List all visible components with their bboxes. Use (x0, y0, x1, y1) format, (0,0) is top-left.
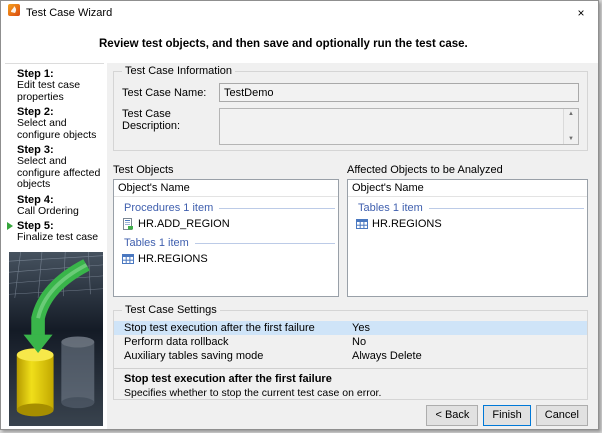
column-header-objects-name[interactable]: Object's Name (114, 180, 338, 197)
titlebar: Test Case Wizard × (1, 1, 598, 24)
description-scrollbar[interactable]: ▲ ▼ (563, 109, 578, 144)
footer: < Back Finish Cancel (107, 400, 598, 429)
sidebar-step-1: Step 1: Edit test case properties (17, 68, 104, 103)
steps-list: Step 1: Edit test case properties Step 2… (5, 63, 104, 247)
test-case-name-input[interactable] (219, 83, 579, 102)
finish-button[interactable]: Finish (483, 405, 530, 426)
affected-objects-title: Affected Objects to be Analyzed (347, 164, 588, 176)
setting-description-text: Specifies whether to stop the current te… (124, 387, 577, 399)
test-case-description-input[interactable] (220, 109, 563, 144)
cancel-button[interactable]: Cancel (536, 405, 588, 426)
sidebar-step-5: Step 5: Finalize test case (17, 220, 104, 244)
settings-row-stop-on-failure[interactable]: Stop test execution after the first fail… (114, 321, 587, 335)
column-header-objects-name[interactable]: Object's Name (348, 180, 587, 197)
test-case-information-group: Test Case Information Test Case Name: Te… (113, 71, 588, 151)
group-divider-line (195, 243, 335, 244)
group-divider-line (219, 208, 335, 209)
app-icon (7, 3, 21, 22)
affected-objects-list: Object's Name Tables 1 item (347, 179, 588, 297)
current-step-arrow-icon (7, 222, 13, 230)
test-case-description-box: ▲ ▼ (219, 108, 579, 145)
list-group-tables[interactable]: Tables 1 item (348, 200, 587, 215)
settings-grid: Stop test execution after the first fail… (114, 321, 587, 363)
page-title: Review test objects, and then save and o… (99, 38, 468, 50)
list-group-tables[interactable]: Tables 1 item (114, 235, 338, 250)
settings-row-aux-tables[interactable]: Auxiliary tables saving mode Always Dele… (114, 349, 587, 363)
procedure-icon (122, 218, 134, 230)
step-label: Step 5: (17, 220, 54, 232)
settings-row-data-rollback[interactable]: Perform data rollback No (114, 335, 587, 349)
sidebar-step-4: Step 4: Call Ordering (17, 194, 104, 218)
test-case-description-label: Test Case Description: (122, 108, 219, 132)
list-item-hr-add-region[interactable]: HR.ADD_REGION (114, 215, 338, 232)
window-title: Test Case Wizard (26, 7, 564, 19)
group-divider-line (429, 208, 584, 209)
close-button[interactable]: × (564, 1, 598, 24)
test-case-wizard-window: Test Case Wizard × Review test objects, … (0, 0, 599, 430)
test-objects-list: Object's Name Procedures 1 item (113, 179, 339, 297)
wizard-header: Review test objects, and then save and o… (1, 24, 598, 63)
wizard-steps-sidebar: Step 1: Edit test case properties Step 2… (1, 63, 107, 429)
sidebar-step-3: Step 3: Select and configure affected ob… (17, 144, 104, 191)
setting-description-title: Stop test execution after the first fail… (124, 373, 577, 385)
group-title-test-case-settings: Test Case Settings (122, 304, 220, 316)
group-title-test-case-information: Test Case Information (122, 65, 235, 77)
sidebar-step-2: Step 2: Select and configure objects (17, 106, 104, 141)
test-case-settings-group: Test Case Settings Stop test execution a… (113, 310, 588, 400)
back-button[interactable]: < Back (426, 405, 478, 426)
scroll-down-icon[interactable]: ▼ (568, 136, 574, 142)
scroll-up-icon[interactable]: ▲ (568, 111, 574, 117)
table-icon (356, 218, 368, 230)
list-item-hr-regions[interactable]: HR.REGIONS (348, 215, 587, 232)
affected-objects-panel: Affected Objects to be Analyzed Object's… (347, 164, 588, 297)
wizard-graphic (9, 252, 103, 427)
table-icon (122, 253, 134, 265)
list-item-hr-regions[interactable]: HR.REGIONS (114, 250, 338, 267)
setting-description-pane: Stop test execution after the first fail… (114, 368, 587, 399)
list-group-procedures[interactable]: Procedures 1 item (114, 200, 338, 215)
test-case-name-label: Test Case Name: (122, 87, 219, 99)
test-objects-title: Test Objects (113, 164, 339, 176)
test-objects-panel: Test Objects Object's Name Procedures 1 … (113, 164, 339, 297)
